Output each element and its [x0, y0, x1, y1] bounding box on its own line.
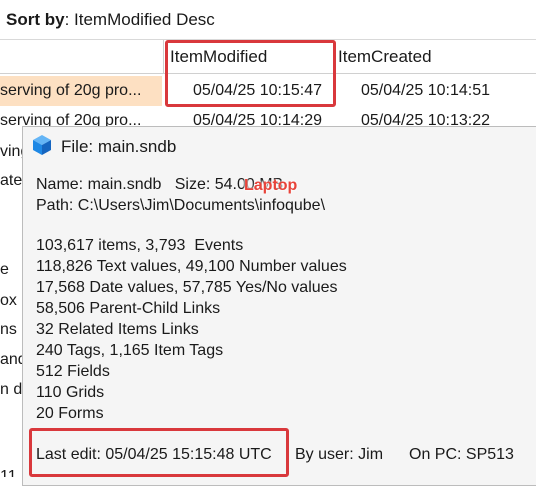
column-header-blank [0, 40, 164, 74]
sort-bar[interactable]: Sort by: ItemModified Desc [0, 0, 536, 40]
highlight-box-last-edit [29, 428, 289, 477]
row-created-cell: 05/04/25 10:14:51 [361, 76, 490, 106]
by-user-line: By user: Jim [295, 446, 384, 463]
left-fragment: n de [0, 381, 22, 398]
stat-line: 512 Fields [36, 363, 110, 380]
left-fragment: and [0, 351, 22, 368]
stat-line: 32 Related Items Links [36, 321, 199, 338]
left-fragment: ving [0, 143, 22, 160]
sort-by-value: ItemModified Desc [74, 10, 215, 29]
stat-line: 20 Forms [36, 405, 104, 422]
column-header-itemcreated[interactable]: ItemCreated [334, 40, 536, 74]
stat-line: 240 Tags, 1,165 Item Tags [36, 342, 224, 359]
left-fragment: ns [0, 321, 17, 338]
row-title: serving of 20g pro... [0, 82, 142, 99]
left-fragment: 11 [0, 468, 17, 477]
on-pc-line: On PC: SP513 [409, 446, 514, 463]
stat-line: 58,506 Parent-Child Links [36, 300, 221, 317]
row-title-cell: serving of 20g pro... [0, 76, 162, 106]
left-fragment: e [0, 261, 9, 278]
cube-icon [31, 134, 53, 156]
stat-line: 118,826 Text values, 49,100 Number value… [36, 258, 347, 275]
path-line: Path: C:\Users\Jim\Documents\infoqube\ [36, 197, 326, 214]
sort-by-label: Sort by [6, 10, 65, 29]
left-fragment: ox [0, 292, 17, 309]
file-info-title-text: File: main.sndb [61, 137, 177, 156]
sort-by-separator: : [64, 10, 70, 29]
file-info-title: File: main.sndb [31, 133, 176, 161]
left-fragment: ate [0, 172, 22, 189]
highlight-box-itemmodified [165, 40, 336, 107]
stat-line: 17,568 Date values, 57,785 Yes/No values [36, 279, 338, 296]
stat-line: 110 Grids [36, 384, 105, 401]
annotation-label: Laptop [244, 177, 298, 194]
stat-line: 103,617 items, 3,793 Events [36, 237, 244, 254]
row-created: 05/04/25 10:14:51 [361, 82, 491, 99]
column-header-itemcreated-label: ItemCreated [338, 47, 432, 66]
